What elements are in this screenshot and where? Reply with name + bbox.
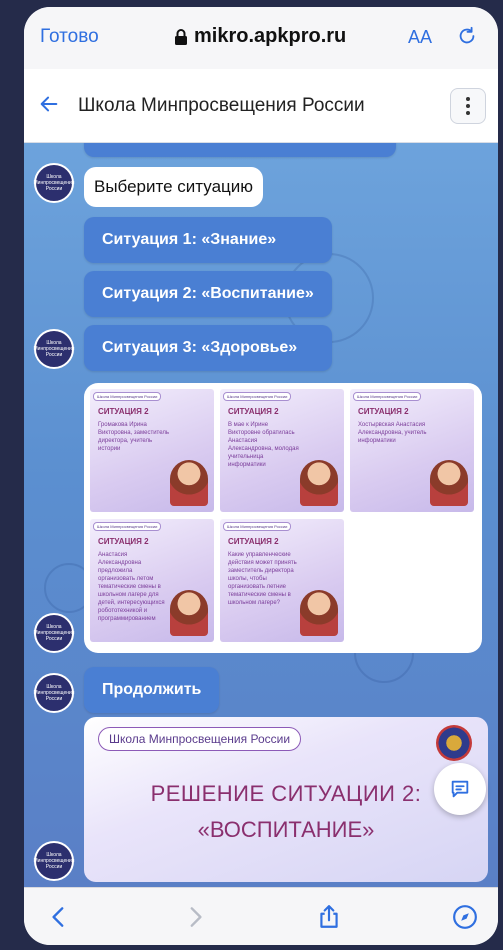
page-title: Школа Минпросвещения России (78, 95, 365, 116)
gallery-image[interactable]: Школа Минпросвещения России СИТУАЦИЯ 2 В… (220, 389, 344, 512)
gallery-image[interactable]: Школа Минпросвещения России СИТУАЦИЯ 2 Г… (90, 389, 214, 512)
banner-heading: РЕШЕНИЕ СИТУАЦИИ 2: (150, 781, 422, 806)
gallery-image[interactable]: Школа Минпросвещения России СИТУАЦИЯ 2 К… (220, 519, 344, 642)
card-text: Какие управленческие действия может прин… (228, 552, 297, 606)
emblem-logo (436, 725, 472, 761)
option-button-situation-3[interactable]: Ситуация 3: «Здоровье» (84, 325, 332, 371)
character-illustration (430, 460, 468, 506)
text-size-button[interactable]: AA (408, 27, 432, 48)
avatar: Школа Минпросвещения России (34, 673, 75, 713)
card-text: Хостырвская Анастасия Александровна, учи… (358, 422, 427, 444)
arrow-left-icon[interactable] (38, 93, 60, 115)
card-school-label: Школа Минпросвещения России (93, 392, 162, 401)
browser-bottom-bar (24, 887, 498, 945)
avatar: Школа Минпросвещения России (34, 163, 75, 203)
card-school-label: Школа Минпросвещения России (223, 392, 292, 401)
card-situation-title: СИТУАЦИЯ 2 (98, 407, 149, 416)
kebab-icon (466, 97, 470, 115)
share-icon[interactable] (316, 904, 342, 930)
solution-banner-image[interactable]: Школа Минпросвещения России РЕШЕНИЕ СИТУ… (84, 717, 488, 882)
lock-icon (175, 28, 187, 45)
card-text: Анастасия Александровна предложила орган… (98, 552, 165, 622)
reload-icon[interactable] (456, 25, 478, 47)
banner-school-label: Школа Минпросвещения России (98, 727, 302, 751)
address-bar[interactable]: mikro.apkpro.ru (174, 25, 346, 48)
option-button-situation-1[interactable]: Ситуация 1: «Знание» (84, 217, 332, 263)
chat-bubble-icon (451, 780, 469, 798)
character-illustration (170, 590, 208, 636)
app-header: Школа Минпросвещения России (24, 69, 498, 143)
option-button-situation-2[interactable]: Ситуация 2: «Воспитание» (84, 271, 332, 317)
url-text: mikro.apkpro.ru (194, 25, 347, 47)
avatar: Школа Минпросвещения России (34, 329, 75, 369)
card-school-label: Школа Минпросвещения России (223, 522, 292, 531)
character-illustration (300, 590, 338, 636)
continue-button[interactable]: Продолжить (84, 667, 220, 713)
card-school-label: Школа Минпросвещения России (93, 522, 162, 531)
phone-screen: Готово mikro.apkpro.ru AA Школа Минпросв… (24, 7, 498, 945)
chevron-left-icon[interactable] (46, 904, 72, 930)
gallery-image[interactable]: Школа Минпросвещения России СИТУАЦИЯ 2 А… (90, 519, 214, 642)
card-situation-title: СИТУАЦИЯ 2 (98, 537, 149, 546)
done-button[interactable]: Готово (40, 26, 99, 48)
chevron-right-icon[interactable] (182, 904, 208, 930)
card-school-label: Школа Минпросвещения России (353, 392, 422, 401)
card-situation-title: СИТУАЦИЯ 2 (358, 407, 409, 416)
card-text: В мае к Ирине Викторовне обратилась Анас… (228, 422, 299, 468)
bot-message: Выберите ситуацию (84, 167, 264, 207)
card-situation-title: СИТУАЦИЯ 2 (228, 407, 279, 416)
avatar: Школа Минпросвещения России (34, 613, 75, 653)
avatar: Школа Минпросвещения России (34, 841, 75, 881)
card-text: Громакова Ирина Викторовна, заместитель … (98, 422, 170, 452)
menu-button[interactable] (450, 88, 486, 124)
character-illustration (300, 460, 338, 506)
banner-subheading: «ВОСПИТАНИЕ» (197, 817, 375, 842)
character-illustration (170, 460, 208, 506)
gallery-image[interactable]: Школа Минпросвещения России СИТУАЦИЯ 2 Х… (350, 389, 474, 512)
previous-message-bubble (84, 143, 396, 157)
card-situation-title: СИТУАЦИЯ 2 (228, 537, 279, 546)
browser-top-bar: Готово mikro.apkpro.ru AA (24, 7, 498, 69)
image-gallery: Школа Минпросвещения России СИТУАЦИЯ 2 Г… (84, 383, 482, 653)
chat-area[interactable]: Школа Минпросвещения России Выберите сит… (24, 143, 498, 887)
compass-icon[interactable] (452, 904, 478, 930)
chat-fab-button[interactable] (434, 763, 486, 815)
